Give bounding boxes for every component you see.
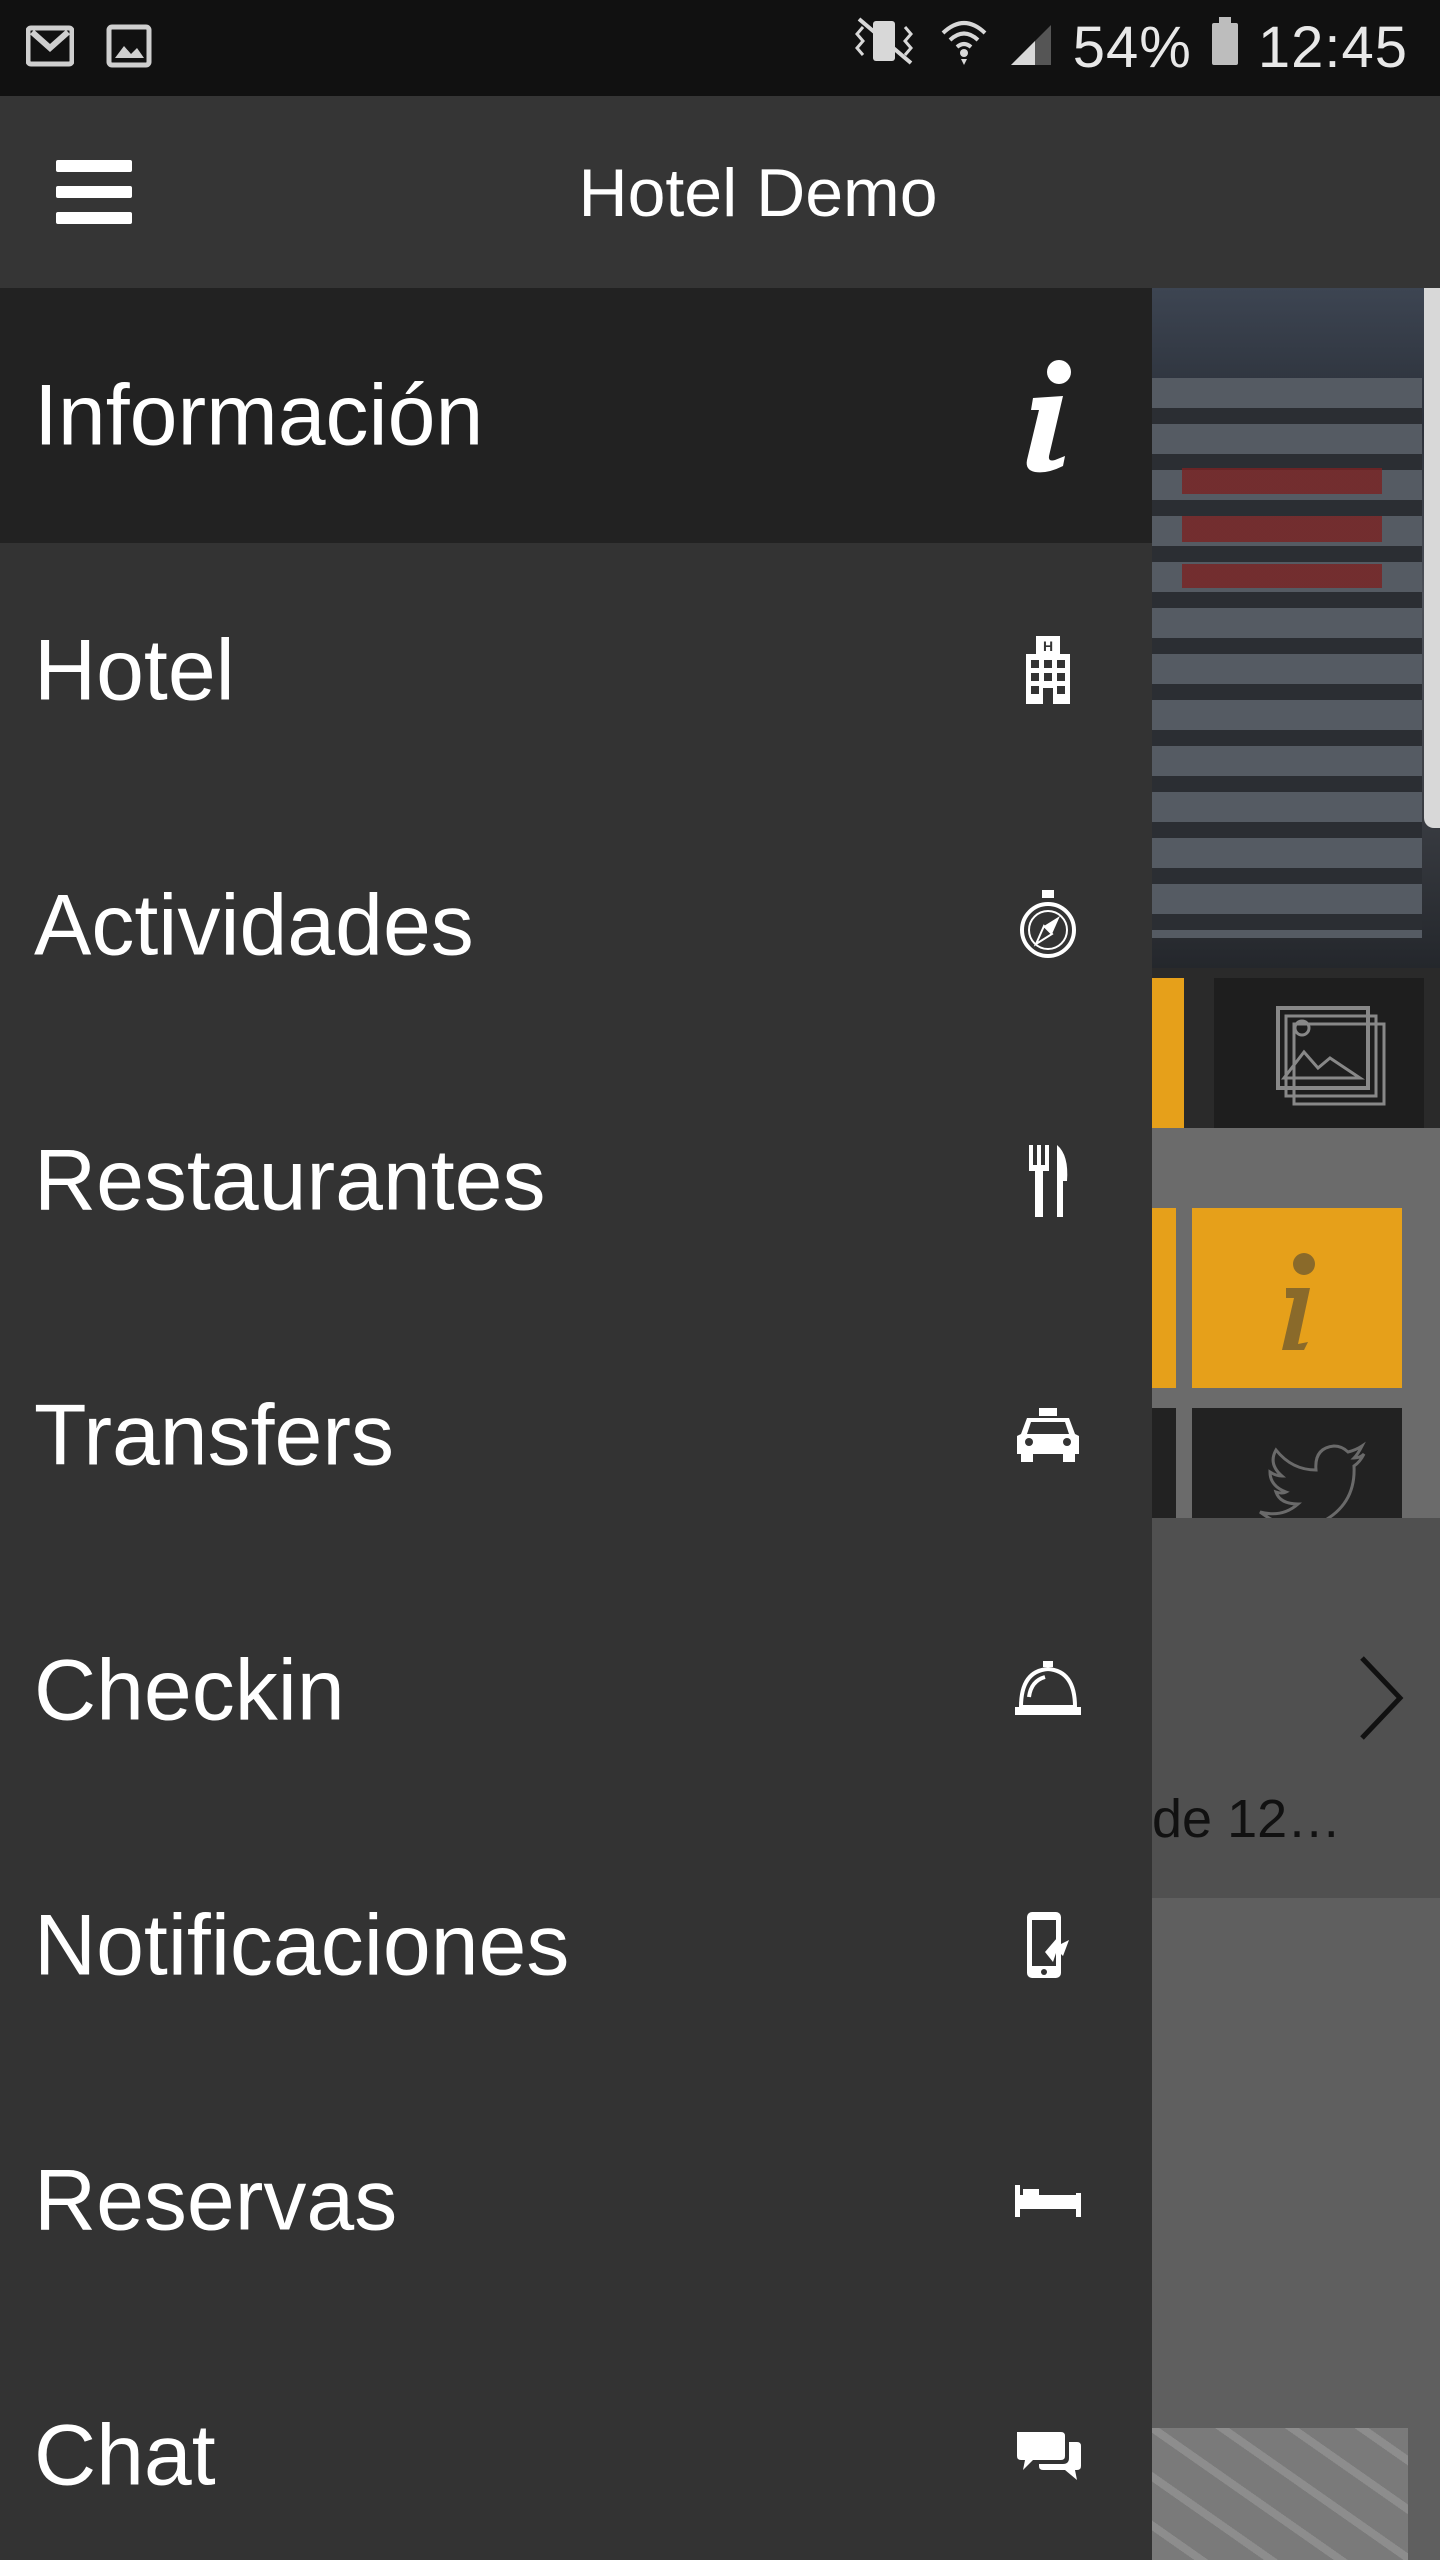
background-tabs [1152,968,1440,1128]
wifi-icon [939,14,989,81]
info-tile-icon [1282,1253,1315,1350]
fork-knife-icon [1008,1141,1088,1221]
menu-item-hotel[interactable]: Hotel H [0,543,1152,798]
gallery-tab [1214,978,1424,1128]
clock: 12:45 [1257,15,1408,80]
chat-bubbles-icon [1008,2416,1088,2496]
menu-item-informacion[interactable]: Información [0,288,1152,543]
bed-icon [1008,2161,1088,2241]
image-icon [106,24,152,73]
svg-text:H: H [1043,638,1053,654]
vibrate-icon [849,14,921,81]
background-list-text: de 12… [1152,1789,1342,1849]
menu-item-label: Información [34,367,484,463]
menu-item-transfers[interactable]: Transfers [0,1308,1152,1563]
menu-item-label: Restaurantes [34,1132,546,1228]
yellow-tile-partial [1152,1208,1176,1388]
chevron-right-icon [1360,1656,1404,1740]
service-bell-icon [1008,1651,1088,1731]
info-icon [1008,359,1088,472]
menu-item-label: Hotel [34,622,235,718]
menu-item-label: Chat [34,2407,216,2503]
hotel-building-icon: H [1008,631,1088,711]
background-map [1152,2428,1408,2560]
compass-icon [1008,886,1088,966]
signal-icon [1007,14,1055,81]
battery-icon [1210,14,1240,81]
menu-item-label: Notificaciones [34,1897,570,1993]
taxi-icon [1008,1396,1088,1476]
menu-item-label: Transfers [34,1387,394,1483]
hotel-photo [1152,288,1440,968]
background-content: de 12… [1152,288,1440,2560]
battery-percent: 54% [1072,15,1192,80]
info-tile [1192,1208,1402,1388]
status-bar: 54% 12:45 [0,0,1440,96]
phone-notification-icon [1008,1906,1088,1986]
app-title: Hotel Demo [578,155,938,231]
menu-item-label: Reservas [34,2152,398,2248]
menu-item-restaurantes[interactable]: Restaurantes [0,1053,1152,1308]
navigation-drawer: Información Hotel H Actividades Restaura… [0,288,1152,2560]
calendar-tab [1152,978,1184,1128]
background-list-item: de 12… [1152,1518,1440,1898]
app-bar: Hotel Demo [0,96,1440,288]
menu-item-notificaciones[interactable]: Notificaciones [0,1818,1152,2073]
menu-item-checkin[interactable]: Checkin [0,1563,1152,1818]
menu-item-chat[interactable]: Chat [0,2328,1152,2560]
menu-item-actividades[interactable]: Actividades [0,798,1152,1053]
gallery-icon [1276,1006,1386,1106]
menu-item-reservas[interactable]: Reservas [0,2073,1152,2328]
menu-item-label: Checkin [34,1642,345,1738]
gmail-icon [25,24,75,73]
menu-item-label: Actividades [34,877,474,973]
